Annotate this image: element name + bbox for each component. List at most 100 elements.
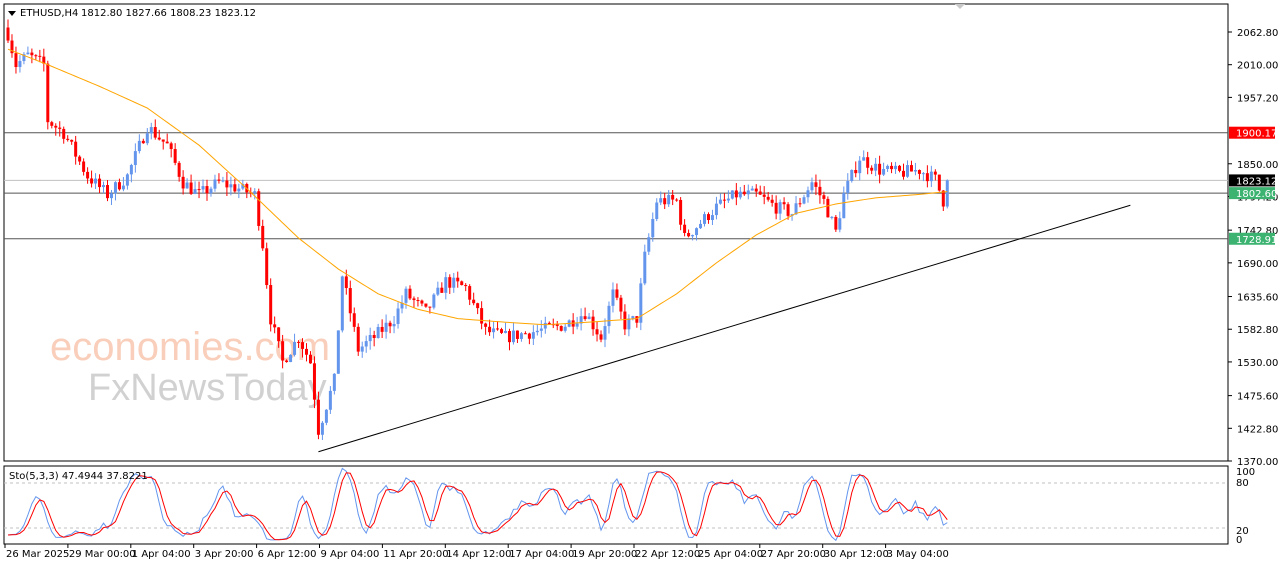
- candle-body: [659, 198, 663, 203]
- candle-body: [129, 164, 133, 175]
- candle-body: [874, 163, 878, 171]
- x-tick-label: 30 Apr 12:00: [824, 549, 889, 560]
- candle-body: [201, 186, 205, 190]
- candle-body: [253, 191, 257, 193]
- candle-body: [858, 160, 862, 174]
- candle-body: [440, 287, 444, 293]
- candle-body: [14, 53, 18, 68]
- candle-body: [484, 323, 488, 327]
- x-tick-label: 19 Apr 20:00: [572, 549, 637, 560]
- candle-body: [312, 363, 316, 400]
- x-tick-label: 25 Apr 04:00: [698, 549, 763, 560]
- candle-body: [730, 190, 734, 199]
- x-tick-label: 22 Apr 12:00: [635, 549, 700, 560]
- candle-body: [667, 194, 671, 205]
- candle-body: [878, 163, 882, 175]
- candle-body: [265, 248, 269, 286]
- x-tick-label: 11 Apr 20:00: [383, 549, 448, 560]
- candle-body: [460, 281, 464, 286]
- candle-body: [806, 190, 810, 198]
- candle-body: [161, 139, 165, 142]
- candle-body: [496, 328, 500, 330]
- stochastic-level-label: 0: [1236, 535, 1242, 546]
- candle-body: [830, 216, 834, 218]
- candle-body: [109, 193, 113, 199]
- candle-body: [583, 316, 587, 320]
- candle-body: [54, 125, 58, 128]
- candle-body: [293, 341, 297, 355]
- candle-body: [376, 326, 380, 338]
- candle-body: [217, 179, 221, 181]
- candle-body: [26, 52, 30, 55]
- candle-body: [197, 189, 201, 191]
- candle-body: [320, 422, 324, 435]
- candle-body: [380, 326, 384, 332]
- candle-body: [643, 251, 647, 284]
- candle-body: [778, 202, 782, 214]
- candle-body: [826, 198, 830, 218]
- candle-body: [710, 215, 714, 221]
- candle-body: [691, 235, 695, 237]
- candle-body: [595, 329, 599, 335]
- x-tick-label: 6 Apr 12:00: [258, 549, 317, 560]
- candle-body: [193, 189, 197, 194]
- candle-body: [890, 165, 894, 170]
- candle-body: [679, 199, 683, 225]
- candle-body: [746, 190, 750, 195]
- candle-body: [86, 171, 90, 179]
- y-tick-label: 1530.00: [1237, 358, 1278, 369]
- candle-body: [786, 204, 790, 216]
- candle-body: [671, 194, 675, 200]
- candle-body: [328, 390, 332, 410]
- candle-body: [396, 308, 400, 324]
- candle-body: [623, 311, 627, 330]
- candle-body: [388, 322, 392, 327]
- candle-body: [392, 323, 396, 327]
- candle-body: [121, 185, 125, 190]
- candle-body: [818, 186, 822, 196]
- candle-body: [611, 289, 615, 306]
- candle-body: [90, 178, 94, 184]
- candle-body: [575, 323, 579, 327]
- x-tick-label: 29 Mar 00:00: [69, 549, 136, 560]
- price-chart[interactable]: economies.com FxNewsToday 2062.80 2010.00…: [0, 0, 1280, 567]
- candle-body: [615, 289, 619, 298]
- candle-body: [750, 188, 754, 191]
- candle-body: [277, 327, 281, 342]
- stochastic-level-label: 100: [1236, 467, 1255, 478]
- candle-body: [273, 324, 277, 328]
- candle-body: [703, 214, 706, 224]
- candle-body: [929, 171, 933, 182]
- y-tick-label: 1582.80: [1237, 325, 1278, 336]
- candle-body: [842, 193, 846, 219]
- candle-body: [699, 223, 703, 229]
- candle-body: [894, 165, 898, 170]
- watermark: economies.com FxNewsToday: [50, 325, 330, 409]
- candle-body: [850, 169, 854, 182]
- candle-body: [921, 173, 925, 175]
- candle-body: [372, 335, 376, 338]
- candle-body: [507, 331, 511, 343]
- candle-body: [647, 237, 651, 252]
- candle-body: [627, 318, 631, 330]
- candle-body: [905, 165, 909, 177]
- candle-body: [937, 174, 941, 191]
- candle-body: [898, 165, 902, 171]
- candle-body: [348, 288, 352, 314]
- y-tick-label: 1475.60: [1237, 392, 1278, 403]
- candle-body: [106, 185, 109, 199]
- x-tick-label: 17 Apr 04:00: [509, 549, 574, 560]
- candle-body: [368, 335, 372, 342]
- candle-body: [189, 182, 193, 194]
- x-tick-label: 1 Apr 04:00: [132, 549, 191, 560]
- price-level-label: 1823.12: [1236, 176, 1277, 187]
- candle-body: [408, 288, 412, 299]
- candle-body: [925, 173, 929, 182]
- candle-body: [810, 182, 814, 191]
- candle-body: [70, 139, 74, 142]
- candle-body: [870, 167, 874, 171]
- candle-body: [185, 182, 189, 189]
- candle-body: [531, 332, 535, 339]
- x-tick-label: 3 May 04:00: [887, 549, 949, 560]
- candle-body: [213, 179, 217, 189]
